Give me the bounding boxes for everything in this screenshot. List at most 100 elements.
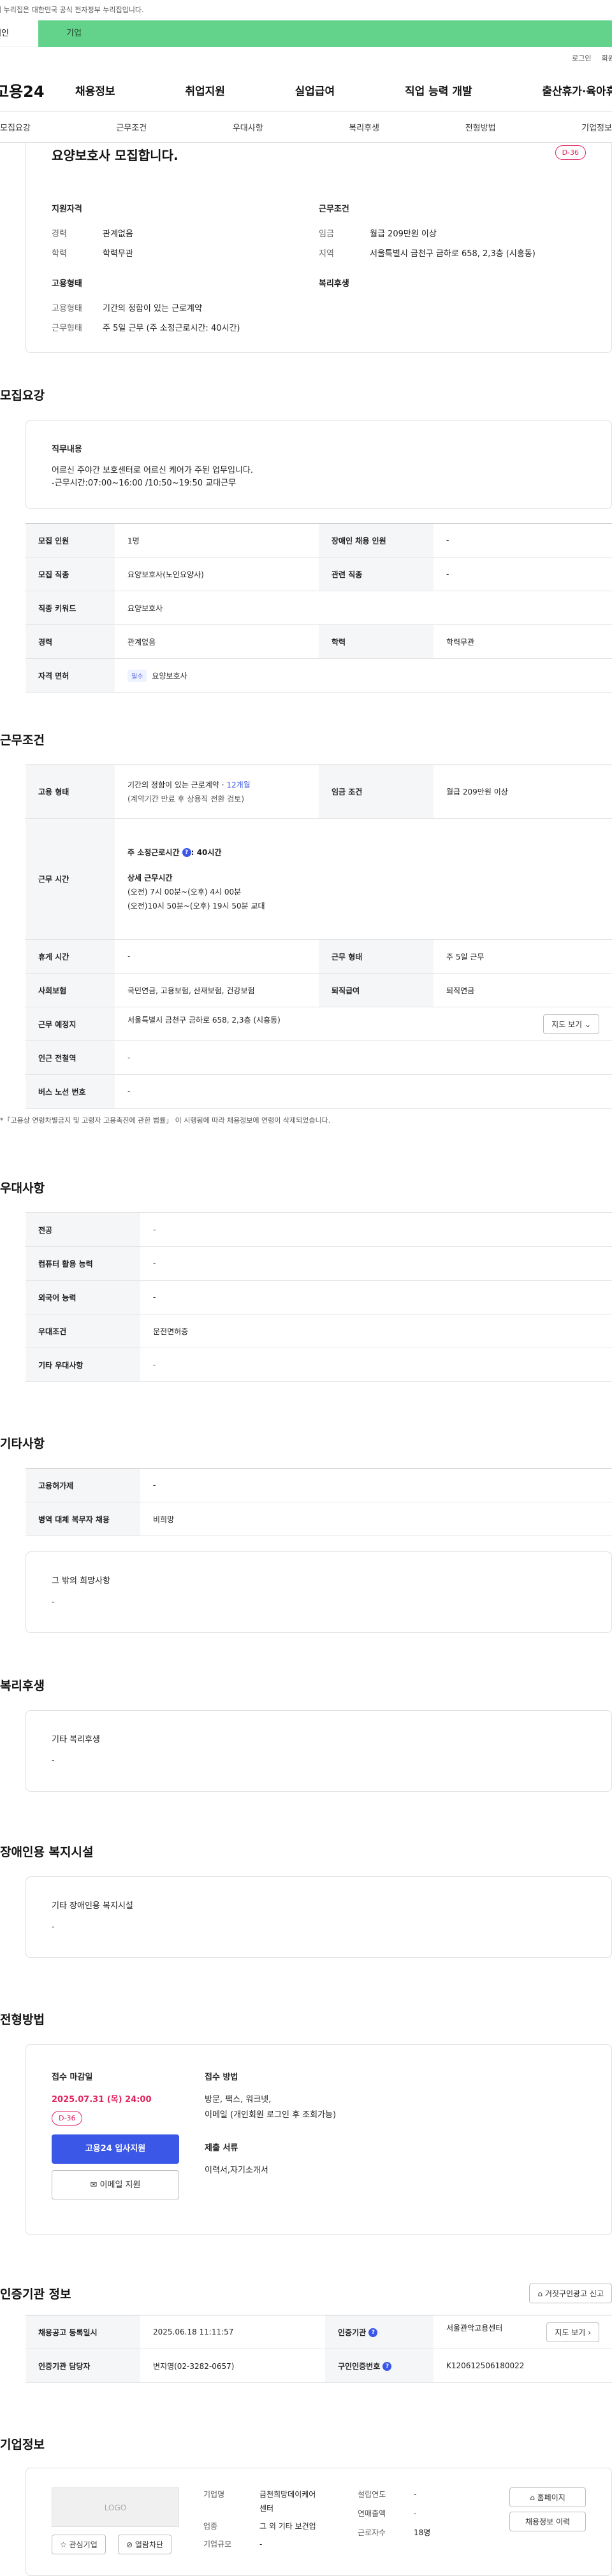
subnav-company[interactable]: 기업정보: [581, 121, 612, 133]
recruit-table: 모집 인원 1명 장애인 채용 인원 - 모집 직종 요양보호사(노인요양사) …: [26, 523, 612, 693]
section-nav: 모집요강 근무조건 우대사항 복리후생 전형방법 기업정보: [0, 111, 612, 143]
region-label: 지역: [319, 249, 334, 259]
cell-value: 필수 요양보호사: [115, 658, 612, 693]
home-icon: ⌂: [537, 2289, 543, 2298]
gnb-item-jobs[interactable]: 채용정보: [71, 82, 119, 98]
cell-label: 근무 예정지: [26, 1007, 115, 1041]
gnb-item-leave[interactable]: 출산휴가·육아휴직: [538, 82, 612, 98]
subnav-work[interactable]: 근무조건: [116, 121, 147, 133]
table-row: 직종 키워드 요양보호사: [26, 591, 612, 625]
gnb-item-benefit[interactable]: 실업급여: [291, 82, 339, 98]
cell-value: -: [433, 523, 612, 558]
etc-heading: 기타사항: [0, 1437, 45, 1451]
cell-value: 서울특별시 금천구 금하로 658, 2,3층 (시흥동) 지도 보기 ⌄: [115, 1007, 612, 1041]
gnb-item-support[interactable]: 취업지원: [181, 82, 229, 98]
table-row: 근무 시간 주 소정근로시간 ?: 40시간 상세 근무시간 (오전) 7시 0…: [26, 818, 612, 940]
global-nav: 고용24 채용정보 취업지원 실업급여 직업 능력 개발 출산휴가·육아휴직: [0, 69, 612, 111]
table-row: 전공 -: [26, 1212, 612, 1247]
cell-label: 학력: [319, 624, 433, 659]
subnav-pref[interactable]: 우대사항: [233, 121, 263, 133]
apply-button[interactable]: 고용24 입사지원: [52, 2134, 179, 2164]
tab-biz[interactable]: 기업: [38, 20, 612, 47]
pref-table: 전공 - 컴퓨터 활용 능력 - 외국어 능력 - 우대조건 운전면허증 기타 우대사항…: [26, 1212, 612, 1382]
chevron-right-icon: ›: [588, 2328, 591, 2337]
sales-value: -: [414, 2509, 417, 2518]
subnav-process[interactable]: 전형방법: [465, 121, 496, 133]
wage-label: 임금: [319, 229, 334, 239]
wage-value: 월급 209만원 이상: [370, 229, 437, 239]
hours-main: 주 소정근로시간: [127, 847, 180, 857]
cell-value: 1명: [115, 523, 319, 558]
emp-months: 12개월: [226, 780, 251, 789]
duty-title: 직무내용: [52, 445, 82, 454]
region-value: 서울특별시 금천구 금하로 658, 2,3층 (시흥동): [370, 249, 536, 259]
cell-label: 전공: [26, 1212, 140, 1247]
help-icon[interactable]: ?: [382, 2362, 392, 2371]
dday-badge: D-36: [555, 145, 586, 160]
fav-button[interactable]: ☆ 관심기업: [52, 2535, 106, 2554]
map-button[interactable]: 지도 보기 ⌄: [543, 1014, 599, 1034]
summary-right: 근무조건 임금 월급 209만원 이상 지역 서울특별시 금천구 금하로 658, …: [319, 202, 586, 341]
history-button[interactable]: 채용정보 이력: [509, 2512, 586, 2531]
work-heading: 근무조건: [0, 733, 45, 747]
chevron-down-icon: ⌄: [584, 1019, 591, 1029]
method-line1: 방문, 팩스, 워크넷,: [205, 2095, 272, 2105]
emptype-label: 고용형태: [52, 304, 82, 313]
cell-label: 기타 우대사항: [26, 1348, 140, 1382]
help-icon[interactable]: ?: [368, 2328, 378, 2337]
agency-map-button[interactable]: 지도 보기 ›: [546, 2322, 599, 2342]
recruit-heading: 모집요강: [0, 389, 45, 403]
disabled-card: 기타 장애인용 복지시설 -: [26, 1876, 612, 1958]
etc-table: 고용허가제 - 병역 대체 복무자 채용 비희망: [26, 1468, 612, 1536]
cell-value: 퇴직연금: [433, 973, 612, 1007]
cell-value: -: [115, 1074, 612, 1109]
emp-title: 고용형태: [52, 279, 82, 289]
cell-label: 고용 형태: [26, 765, 115, 819]
email-apply-button[interactable]: ✉ 이메일 지원: [52, 2170, 179, 2199]
cell-label: 근무 시간: [26, 818, 115, 940]
cell-label: 퇴직급여: [319, 973, 433, 1007]
cell-value: 변지영(02-3282-0657): [140, 2349, 325, 2383]
cell-label: 병역 대체 복무자 채용: [26, 1502, 140, 1536]
cell-label: 인증기관 담당자: [26, 2349, 140, 2383]
gnb-item-training[interactable]: 직업 능력 개발: [401, 82, 476, 98]
login-link[interactable]: 로그인: [572, 53, 591, 63]
duty-card: 직무내용 어르신 주야간 보호센터로 어르신 케어가 주된 업무입니다. -근무…: [26, 420, 612, 509]
job-title: 요양보호사 모집합니다.: [52, 148, 178, 163]
cell-label: 모집 직종: [26, 557, 115, 591]
cell-label: 외국어 능력: [26, 1280, 140, 1314]
cell-label: 구인인증번호 ?: [325, 2349, 433, 2383]
docs-value: 이력서,자기소개서: [205, 2166, 268, 2175]
site-logo[interactable]: 고용24: [0, 79, 71, 101]
subnav-recruit[interactable]: 모집요강: [0, 121, 31, 133]
help-icon[interactable]: ?: [182, 848, 191, 857]
welfare-value: -: [52, 1756, 55, 1766]
report-button[interactable]: ⌂ 거짓구인광고 신고: [529, 2284, 612, 2303]
other-card: 그 밖의 희망사항 -: [26, 1551, 612, 1633]
emp-value: 기간의 정함이 있는 근로계약 ·: [127, 780, 227, 789]
deadline-value: 2025.07.31 (목) 24:00: [52, 2095, 152, 2105]
table-row: 경력 관계없음 학력 학력무관: [26, 624, 612, 659]
emp-note: (계약기간 만료 후 상용직 전환 검토): [127, 794, 244, 803]
company-name-value: 금천희망데이케어 센터: [259, 2490, 316, 2513]
edu-label: 학력: [52, 249, 67, 259]
table-row: 고용 형태 기간의 정함이 있는 근로계약 · 12개월 (계약기간 만료 후 …: [26, 765, 612, 819]
cell-label: 인근 전철역: [26, 1040, 115, 1075]
tab-person[interactable]: 개인: [0, 20, 38, 47]
subnav-welfare[interactable]: 복리후생: [349, 121, 379, 133]
deadline-title: 접수 마감일: [52, 2073, 93, 2082]
gov-banner-text: 이 누리집은 대한민국 공식 전자정부 누리집입니다.: [0, 6, 144, 14]
table-row: 병역 대체 복무자 채용 비희망: [26, 1502, 612, 1536]
homepage-button[interactable]: ⌂ 홈페이지: [509, 2487, 586, 2507]
join-link[interactable]: 회원가입: [602, 53, 612, 63]
table-row: 기타 우대사항 -: [26, 1348, 612, 1382]
table-row: 사회보험 국민연금, 고용보험, 산재보험, 건강보험 퇴직급여 퇴직연금: [26, 973, 612, 1007]
welfare-card: 기타 복리후생 -: [26, 1710, 612, 1792]
cell-label: 고용허가제: [26, 1468, 140, 1502]
process-heading: 전형방법: [0, 2013, 45, 2027]
pref-heading: 우대사항: [0, 1181, 45, 1195]
block-button[interactable]: ⊘ 열람차단: [118, 2535, 172, 2554]
table-row: 근무 예정지 서울특별시 금천구 금하로 658, 2,3층 (시흥동) 지도 …: [26, 1007, 612, 1041]
cell-value: -: [115, 1040, 612, 1075]
cell-label: 휴게 시간: [26, 939, 115, 974]
